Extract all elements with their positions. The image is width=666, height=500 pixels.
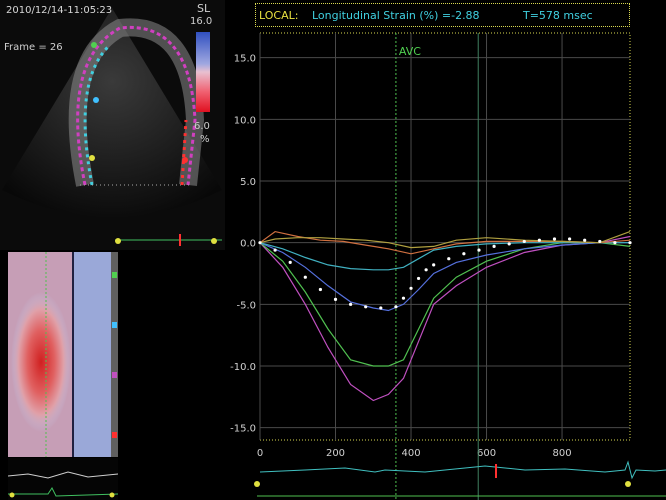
chart-grid <box>259 32 631 441</box>
average-strain-point <box>394 305 398 309</box>
average-strain-point <box>288 260 292 264</box>
average-strain-point <box>333 297 338 301</box>
timestamp: 2010/12/14-11:05:23 <box>6 5 113 16</box>
ecg-trace-mmode <box>8 487 119 497</box>
segment-marker[interactable] <box>93 97 99 103</box>
average-strain-point <box>613 241 617 245</box>
parameter-readout: Longitudinal Strain (%) =-2.88 <box>312 9 480 22</box>
average-strain-point <box>477 248 481 252</box>
segment-marker[interactable] <box>91 42 97 48</box>
average-strain-point <box>462 252 466 256</box>
colorbar-label: SL <box>197 2 211 15</box>
y-tick-label: -15.0 <box>230 424 256 435</box>
segment-tick <box>112 432 117 438</box>
cycle-start-handle[interactable] <box>9 492 15 498</box>
echo-image-panel[interactable]: 2010/12/14-11:05:23 Frame = 26 SL 16.0 6… <box>0 0 225 250</box>
x-tick-label: 400 <box>401 448 420 459</box>
segment-tick <box>112 272 117 278</box>
y-tick-label: -10.0 <box>230 362 256 373</box>
time-cursor-handle[interactable] <box>495 464 497 478</box>
segment-tick <box>112 322 117 328</box>
y-tick-label: -5.0 <box>236 300 256 311</box>
average-strain-point <box>379 306 383 310</box>
segment-strain-curve <box>259 242 630 312</box>
segment-tick <box>112 372 117 378</box>
average-strain-point <box>416 276 421 281</box>
cycle-start-handle[interactable] <box>115 238 121 244</box>
average-strain-point <box>628 241 632 245</box>
strain-chart-svg[interactable]: 15.0 10.0 5.0 0.0 -5.0 -10.0 -15.0 0 200 400 600 8… <box>225 0 666 500</box>
average-strain-point <box>492 244 496 248</box>
plot-frame <box>259 32 631 441</box>
colorbar-min: 6.0 <box>194 121 210 132</box>
y-tick-label: 0.0 <box>240 239 256 250</box>
average-strain-point <box>552 237 557 241</box>
ecg-trace <box>259 460 666 480</box>
mmode-ecg-strip[interactable] <box>7 458 119 500</box>
segment-marker[interactable] <box>89 155 95 161</box>
average-strain-point <box>424 268 428 272</box>
average-strain-point <box>522 239 526 244</box>
y-tick-label: 10.0 <box>234 115 256 126</box>
average-strain-point <box>318 287 323 292</box>
y-tick-label: 5.0 <box>240 177 256 188</box>
x-tick-label: 200 <box>326 448 345 459</box>
event-markers: AVC <box>395 33 479 500</box>
average-strain-point <box>507 242 511 246</box>
curved-mmode-panel[interactable] <box>8 252 118 457</box>
average-strain-point <box>409 286 413 290</box>
time-readout: T=578 msec <box>523 9 593 22</box>
cycle-end-handle[interactable] <box>211 238 217 244</box>
average-strain-point <box>364 305 368 309</box>
average-strain-point <box>303 275 307 279</box>
x-tick-label: 600 <box>477 448 496 459</box>
average-strain-point <box>432 263 436 267</box>
x-tick-labels: 0 200 400 600 800 <box>257 448 572 459</box>
strain-chart[interactable]: 15.0 10.0 5.0 0.0 -5.0 -10.0 -15.0 0 200 400 600 8… <box>225 0 666 500</box>
chart-ecg <box>254 460 666 497</box>
mmode-segment-bar <box>111 252 118 457</box>
cycle-start-handle[interactable] <box>254 481 260 487</box>
average-strain-point <box>258 241 262 245</box>
colorbar-unit: % <box>200 134 210 145</box>
colorbar-max: 16.0 <box>190 16 213 27</box>
avc-label: AVC <box>399 45 421 58</box>
mode-label: LOCAL: <box>259 9 299 22</box>
average-strain-point <box>273 248 277 252</box>
segment-marker[interactable] <box>182 157 188 163</box>
average-strain-point <box>401 296 406 300</box>
cycle-end-handle[interactable] <box>109 492 115 498</box>
average-strain-point <box>598 239 602 244</box>
average-strain-point <box>447 257 451 261</box>
strain-analysis-screen: { "echo_view": { "timestamp": "2010/12/1… <box>0 0 666 500</box>
average-strain-point <box>567 237 572 241</box>
strain-curves <box>258 230 632 402</box>
doppler-trace <box>7 471 119 479</box>
x-tick-label: 0 <box>257 448 263 459</box>
y-tick-labels: 15.0 10.0 5.0 0.0 -5.0 -10.0 -15.0 <box>230 54 256 435</box>
x-tick-label: 800 <box>552 448 571 459</box>
frame-label: Frame = 26 <box>4 42 63 53</box>
y-tick-label: 15.0 <box>234 54 256 65</box>
average-strain-point <box>583 238 587 242</box>
average-strain-point <box>349 302 353 306</box>
strain-colorbar <box>196 32 210 112</box>
average-strain-point <box>537 238 541 242</box>
mmode-hotspot <box>11 292 71 432</box>
echo-image[interactable] <box>0 0 225 250</box>
cycle-end-handle[interactable] <box>625 481 631 487</box>
